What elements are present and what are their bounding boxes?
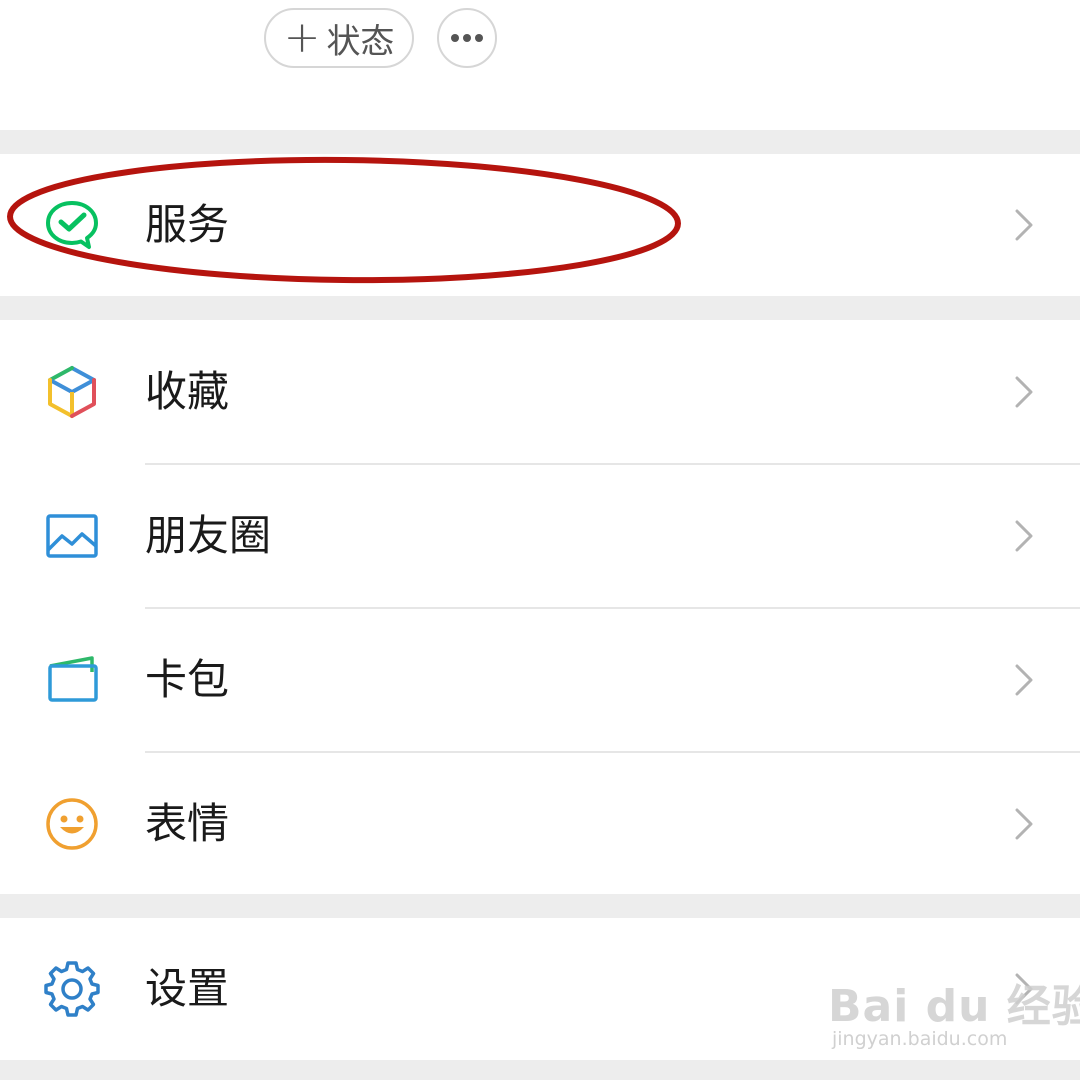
menu-item-label: 表情 <box>145 799 230 848</box>
baidu-jingyan-watermark: Bai du 经验 jingyan.baidu.com <box>828 962 1080 1062</box>
menu-item-label: 收藏 <box>145 367 230 416</box>
services-group: 服务 <box>0 154 1080 296</box>
profile-header: + 状态 <box>0 0 1080 130</box>
chevron-right-icon <box>1012 374 1036 410</box>
chevron-right-icon <box>1012 518 1036 554</box>
wechat-pay-check-icon <box>44 197 100 253</box>
menu-item-card-wallet[interactable]: 卡包 <box>0 608 1080 752</box>
picture-icon <box>44 508 100 564</box>
more-options-button[interactable] <box>437 8 497 68</box>
card-wallet-icon <box>44 652 100 708</box>
watermark-logo: Bai du 经验 <box>828 981 1080 1032</box>
menu-item-services[interactable]: 服务 <box>0 154 1080 296</box>
menu-item-stickers[interactable]: 表情 <box>0 752 1080 896</box>
menu-item-favorites[interactable]: 收藏 <box>0 320 1080 464</box>
ellipsis-icon <box>451 34 483 42</box>
chevron-right-icon <box>1012 662 1036 698</box>
menu-item-label: 卡包 <box>145 655 230 704</box>
gear-icon <box>44 961 100 1017</box>
cube-icon <box>44 364 100 420</box>
chevron-right-icon <box>1012 806 1036 842</box>
menu-item-label: 服务 <box>145 200 230 249</box>
menu-item-label: 设置 <box>145 964 230 1013</box>
add-status-label: 状态 <box>326 21 395 62</box>
smiley-icon <box>44 796 100 852</box>
features-group: 收藏 朋友圈 卡包 表情 <box>0 320 1080 894</box>
menu-item-moments[interactable]: 朋友圈 <box>0 464 1080 608</box>
plus-icon: + <box>283 12 321 63</box>
chevron-right-icon <box>1012 207 1036 243</box>
watermark-url: jingyan.baidu.com <box>832 1028 1008 1050</box>
menu-item-label: 朋友圈 <box>145 511 272 560</box>
add-status-button[interactable]: + 状态 <box>264 8 414 68</box>
